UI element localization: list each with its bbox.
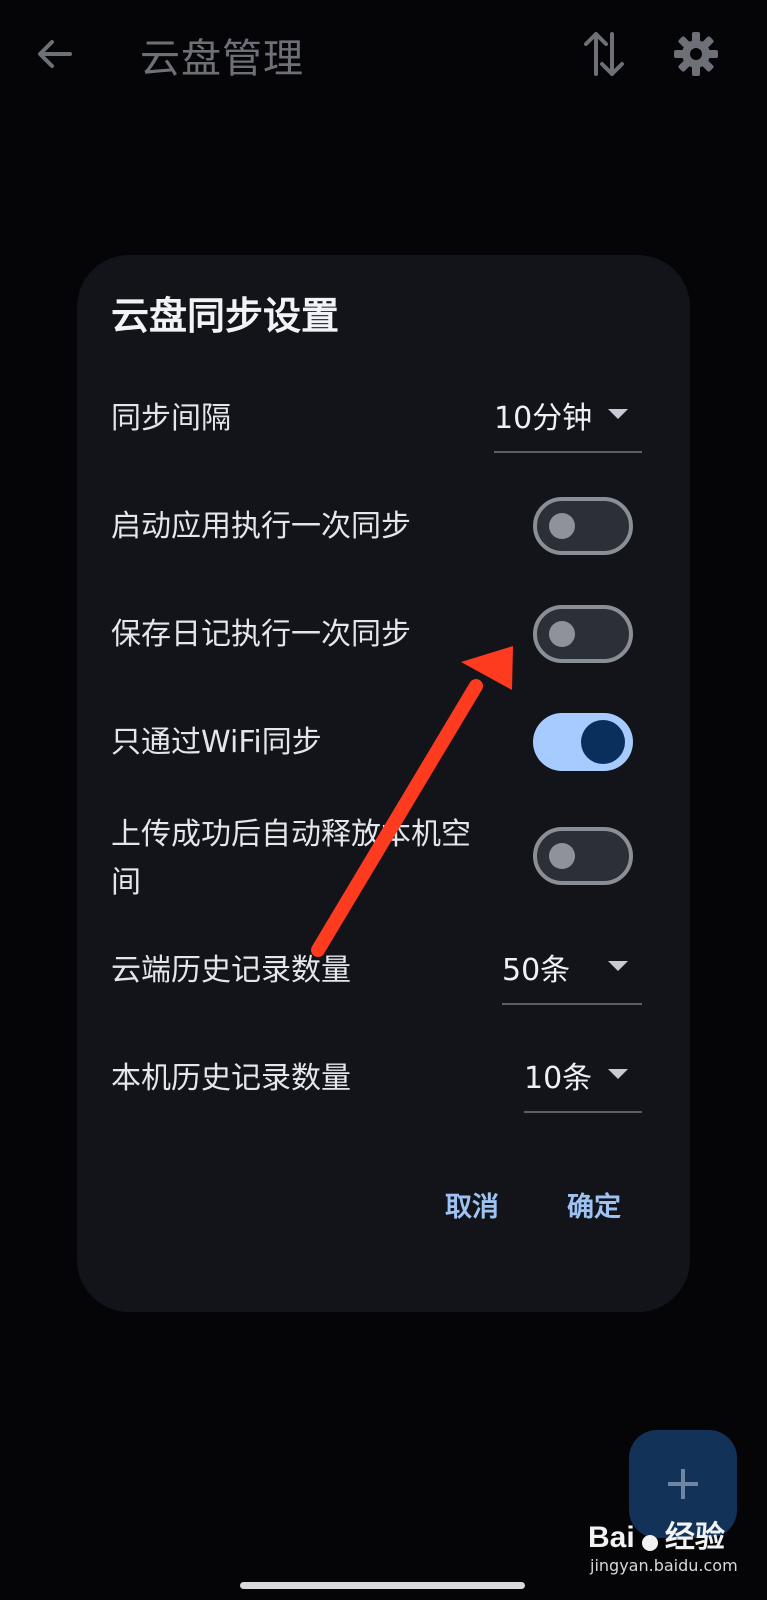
toggle-knob — [581, 720, 625, 764]
cancel-button[interactable]: 取消 — [445, 1185, 499, 1224]
watermark-domain: jingyan.baidu.com — [590, 1556, 738, 1575]
cloud-history-label: 云端历史记录数量 — [111, 953, 351, 988]
dropdown-arrow-icon — [608, 961, 628, 971]
toggle-knob — [549, 621, 575, 647]
toggle-label-save-diary-sync: 保存日记执行一次同步 — [111, 617, 411, 652]
app-bar: 云盘管理 — [0, 0, 767, 110]
toggle-knob — [549, 513, 575, 539]
local-history-value: 10条 — [524, 1061, 593, 1096]
toggle-free-space[interactable] — [533, 827, 633, 885]
toggle-save-diary-sync[interactable] — [533, 605, 633, 663]
gear-icon[interactable] — [672, 30, 720, 78]
toggle-label-launch-sync: 启动应用执行一次同步 — [111, 509, 411, 544]
sync-interval-value: 10分钟 — [494, 401, 593, 436]
paw-icon — [641, 1534, 658, 1551]
toggle-label-wifi-only: 只通过WiFi同步 — [111, 725, 322, 760]
sync-settings-dialog: 云盘同步设置 同步间隔 10分钟 启动应用执行一次同步 保存日记执行一次同步 只… — [77, 255, 690, 1312]
home-indicator[interactable] — [240, 1582, 525, 1589]
cloud-history-dropdown[interactable]: 50条 — [502, 935, 642, 1005]
confirm-button[interactable]: 确定 — [567, 1185, 621, 1224]
arrow-back-icon[interactable] — [30, 30, 78, 78]
toggle-knob — [549, 843, 575, 869]
dropdown-arrow-icon — [608, 1069, 628, 1079]
page-title: 云盘管理 — [140, 36, 304, 82]
local-history-dropdown[interactable]: 10条 — [524, 1043, 642, 1113]
watermark-brand: Bai — [588, 1521, 635, 1554]
sort-icon[interactable] — [580, 28, 628, 80]
toggle-wifi-only[interactable] — [533, 713, 633, 771]
toggle-launch-sync[interactable] — [533, 497, 633, 555]
dropdown-arrow-icon — [608, 409, 628, 419]
cloud-history-value: 50条 — [502, 953, 571, 988]
dialog-title: 云盘同步设置 — [111, 294, 340, 338]
toggle-label-free-space: 上传成功后自动释放本机空间 — [111, 817, 471, 900]
sync-interval-dropdown[interactable]: 10分钟 — [494, 383, 642, 453]
local-history-label: 本机历史记录数量 — [111, 1061, 351, 1096]
watermark: Bai 经验 jingyan.baidu.com — [588, 1512, 738, 1575]
sync-interval-label: 同步间隔 — [111, 401, 231, 436]
watermark-brand-suffix: 经验 — [664, 1521, 725, 1554]
